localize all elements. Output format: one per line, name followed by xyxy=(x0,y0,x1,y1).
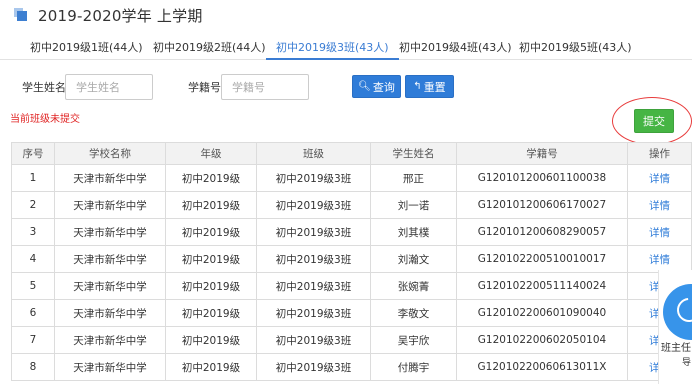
row-index: 7 xyxy=(11,326,55,354)
student-name: 付腾宇 xyxy=(370,353,457,381)
details-link[interactable]: 详情 xyxy=(627,191,692,219)
student-id: G120102200601090040 xyxy=(456,299,628,327)
table-row: 8 天津市新华中学 初中2019级 初中2019级3班 付腾宇 G1201022… xyxy=(11,353,692,381)
student-name: 李敬文 xyxy=(370,299,457,327)
column-header: 年级 xyxy=(165,142,257,165)
student-name: 刘瀚文 xyxy=(370,245,457,273)
grade: 初中2019级 xyxy=(165,299,257,327)
student-name: 刘一诺 xyxy=(370,191,457,219)
reset-button-label: 重置 xyxy=(423,80,446,94)
submit-button[interactable]: 提交 xyxy=(634,109,674,133)
headset-icon xyxy=(672,293,692,327)
row-index: 3 xyxy=(11,218,55,246)
student-id: G120101200608290057 xyxy=(456,218,628,246)
table-row: 1 天津市新华中学 初中2019级 初中2019级3班 邢正 G12010120… xyxy=(11,164,692,192)
details-link[interactable]: 详情 xyxy=(627,218,692,246)
grade: 初中2019级 xyxy=(165,353,257,381)
column-header: 学校名称 xyxy=(54,142,166,165)
column-header: 学生姓名 xyxy=(370,142,457,165)
row-index: 6 xyxy=(11,299,55,327)
search-bar: 学生姓名 学籍号 🔍︎ 查询 ↰ 重置 xyxy=(0,74,692,100)
class-name: 初中2019级3班 xyxy=(256,272,371,300)
class-name: 初中2019级3班 xyxy=(256,299,371,327)
grade: 初中2019级 xyxy=(165,218,257,246)
column-header: 操作 xyxy=(627,142,692,165)
class-name: 初中2019级3班 xyxy=(256,353,371,381)
school-name: 天津市新华中学 xyxy=(54,245,166,273)
student-id-input[interactable] xyxy=(221,74,309,100)
student-id: G120101200601100038 xyxy=(456,164,628,192)
table-row: 2 天津市新华中学 初中2019级 初中2019级3班 刘一诺 G1201012… xyxy=(11,191,692,219)
class-name: 初中2019级3班 xyxy=(256,245,371,273)
student-id-label: 学籍号 xyxy=(188,81,221,94)
table-header-row: 序号 学校名称 年级 班级 学生姓名 学籍号 操作 xyxy=(11,142,692,165)
tab-class-5[interactable]: 初中2019级5班(43人) xyxy=(519,36,632,60)
class-name: 初中2019级3班 xyxy=(256,326,371,354)
details-link[interactable]: 详情 xyxy=(627,164,692,192)
student-id: G120102200602050104 xyxy=(456,326,628,354)
submission-status-warning: 当前班级未提交 xyxy=(10,114,80,125)
class-tabs: 初中2019级1班(44人) 初中2019级2班(44人) 初中2019级3班(… xyxy=(0,36,692,60)
school-name: 天津市新华中学 xyxy=(54,218,166,246)
row-index: 4 xyxy=(11,245,55,273)
reset-button[interactable]: ↰ 重置 xyxy=(405,75,454,98)
student-id: G120102200511140024 xyxy=(456,272,628,300)
student-name: 刘其樸 xyxy=(370,218,457,246)
grade: 初中2019级 xyxy=(165,164,257,192)
student-name: 张婉菁 xyxy=(370,272,457,300)
table-row: 6 天津市新华中学 初中2019级 初中2019级3班 李敬文 G1201022… xyxy=(11,299,692,327)
grade: 初中2019级 xyxy=(165,191,257,219)
student-name-label: 学生姓名 xyxy=(22,81,66,94)
class-name: 初中2019级3班 xyxy=(256,218,371,246)
school-name: 天津市新华中学 xyxy=(54,191,166,219)
row-index: 2 xyxy=(11,191,55,219)
school-name: 天津市新华中学 xyxy=(54,353,166,381)
student-id: G12010220060613011X xyxy=(456,353,628,381)
tab-class-4[interactable]: 初中2019级4班(43人) xyxy=(399,36,512,60)
school-name: 天津市新华中学 xyxy=(54,272,166,300)
column-header: 班级 xyxy=(256,142,371,165)
grade: 初中2019级 xyxy=(165,272,257,300)
tab-class-2[interactable]: 初中2019级2班(44人) xyxy=(153,36,266,60)
search-icon: 🔍︎ xyxy=(358,81,371,92)
table-row: 5 天津市新华中学 初中2019级 初中2019级3班 张婉菁 G1201022… xyxy=(11,272,692,300)
query-button-label: 查询 xyxy=(372,80,395,94)
query-button[interactable]: 🔍︎ 查询 xyxy=(352,75,401,98)
undo-arrow-icon: ↰ xyxy=(413,81,422,92)
student-id: G120102200510010017 xyxy=(456,245,628,273)
column-header: 学籍号 xyxy=(456,142,628,165)
helper-sublabel: 导 xyxy=(682,358,692,368)
page-title: 2019-2020学年 上学期 xyxy=(38,6,203,25)
page-header: 2019-2020学年 上学期 xyxy=(14,4,203,26)
class-name: 初中2019级3班 xyxy=(256,191,371,219)
row-index: 8 xyxy=(11,353,55,381)
student-name-input[interactable] xyxy=(65,74,153,100)
column-header: 序号 xyxy=(11,142,55,165)
table-row: 7 天津市新华中学 初中2019级 初中2019级3班 吴宇欣 G1201022… xyxy=(11,326,692,354)
school-name: 天津市新华中学 xyxy=(54,299,166,327)
layers-icon xyxy=(14,8,28,22)
student-table: 序号 学校名称 年级 班级 学生姓名 学籍号 操作 1 天津市新华中学 初中20… xyxy=(11,142,692,381)
row-index: 5 xyxy=(11,272,55,300)
student-id: G120101200606170027 xyxy=(456,191,628,219)
school-name: 天津市新华中学 xyxy=(54,326,166,354)
tab-class-1[interactable]: 初中2019级1班(44人) xyxy=(30,36,143,60)
table-row: 3 天津市新华中学 初中2019级 初中2019级3班 刘其樸 G1201012… xyxy=(11,218,692,246)
helper-label: 班主任 xyxy=(661,343,691,354)
school-name: 天津市新华中学 xyxy=(54,164,166,192)
table-row: 4 天津市新华中学 初中2019级 初中2019级3班 刘瀚文 G1201022… xyxy=(11,245,692,273)
student-name: 邢正 xyxy=(370,164,457,192)
class-name: 初中2019级3班 xyxy=(256,164,371,192)
student-name: 吴宇欣 xyxy=(370,326,457,354)
grade: 初中2019级 xyxy=(165,326,257,354)
grade: 初中2019级 xyxy=(165,245,257,273)
tab-class-3[interactable]: 初中2019级3班(43人) xyxy=(266,36,399,60)
details-link[interactable]: 详情 xyxy=(627,245,692,273)
row-index: 1 xyxy=(11,164,55,192)
